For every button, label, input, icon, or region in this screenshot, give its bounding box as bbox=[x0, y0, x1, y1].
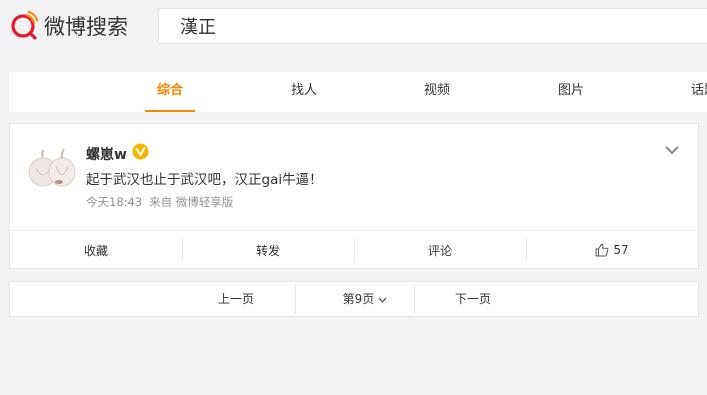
post-actions: 收藏 转发 评论 57 bbox=[10, 230, 698, 269]
post-source[interactable]: 来自 微博轻享版 bbox=[149, 195, 233, 209]
weibo-search-logo[interactable]: 微博搜索 bbox=[9, 9, 128, 43]
tab-images[interactable]: 图片 bbox=[546, 72, 596, 112]
tab-comprehensive[interactable]: 综合 bbox=[145, 72, 195, 112]
weibo-search-icon bbox=[11, 11, 39, 40]
post-meta: 今天18:43 来自 微博轻享版 bbox=[86, 194, 233, 210]
current-page: 第9页 bbox=[342, 292, 375, 306]
favorite-button[interactable]: 收藏 bbox=[10, 231, 182, 269]
like-button[interactable]: 57 bbox=[526, 231, 698, 269]
page-select[interactable]: 第9页 bbox=[310, 282, 420, 316]
favorite-label: 收藏 bbox=[83, 243, 108, 258]
logo-text: 微博搜索 bbox=[44, 15, 128, 39]
post-username[interactable]: 螺崽w bbox=[86, 144, 127, 164]
thumbs-up-icon bbox=[595, 243, 609, 257]
verified-badge-icon bbox=[132, 143, 149, 160]
pagination: 上一页 第9页 下一页 bbox=[9, 281, 699, 317]
post-card: 螺崽w 起于武汉也止于武汉吧，汉正gai牛逼！ 今天18:43 来自 微博轻享版 … bbox=[9, 123, 699, 269]
tab-topics[interactable]: 话题 bbox=[679, 72, 707, 112]
search-box[interactable] bbox=[158, 8, 707, 44]
comment-label: 评论 bbox=[427, 243, 452, 258]
post-content: 起于武汉也止于武汉吧，汉正gai牛逼！ bbox=[86, 172, 323, 188]
pager-divider bbox=[414, 284, 415, 314]
like-count: 57 bbox=[613, 243, 629, 257]
comment-button[interactable]: 评论 bbox=[354, 231, 526, 269]
avatar[interactable] bbox=[26, 148, 78, 188]
next-page-button[interactable]: 下一页 bbox=[443, 282, 503, 316]
post-time[interactable]: 今天18:43 bbox=[86, 195, 142, 209]
chevron-down-icon[interactable] bbox=[664, 144, 680, 156]
repost-label: 转发 bbox=[255, 243, 280, 258]
search-input[interactable] bbox=[159, 9, 707, 43]
chevron-down-icon bbox=[378, 297, 387, 303]
tab-video[interactable]: 视频 bbox=[412, 72, 462, 112]
repost-button[interactable]: 转发 bbox=[182, 231, 354, 269]
tab-people[interactable]: 找人 bbox=[279, 72, 329, 112]
search-tabs: 综合 找人 视频 图片 话题 bbox=[9, 72, 707, 112]
pager-divider bbox=[295, 284, 296, 314]
prev-page-button[interactable]: 上一页 bbox=[206, 282, 266, 316]
